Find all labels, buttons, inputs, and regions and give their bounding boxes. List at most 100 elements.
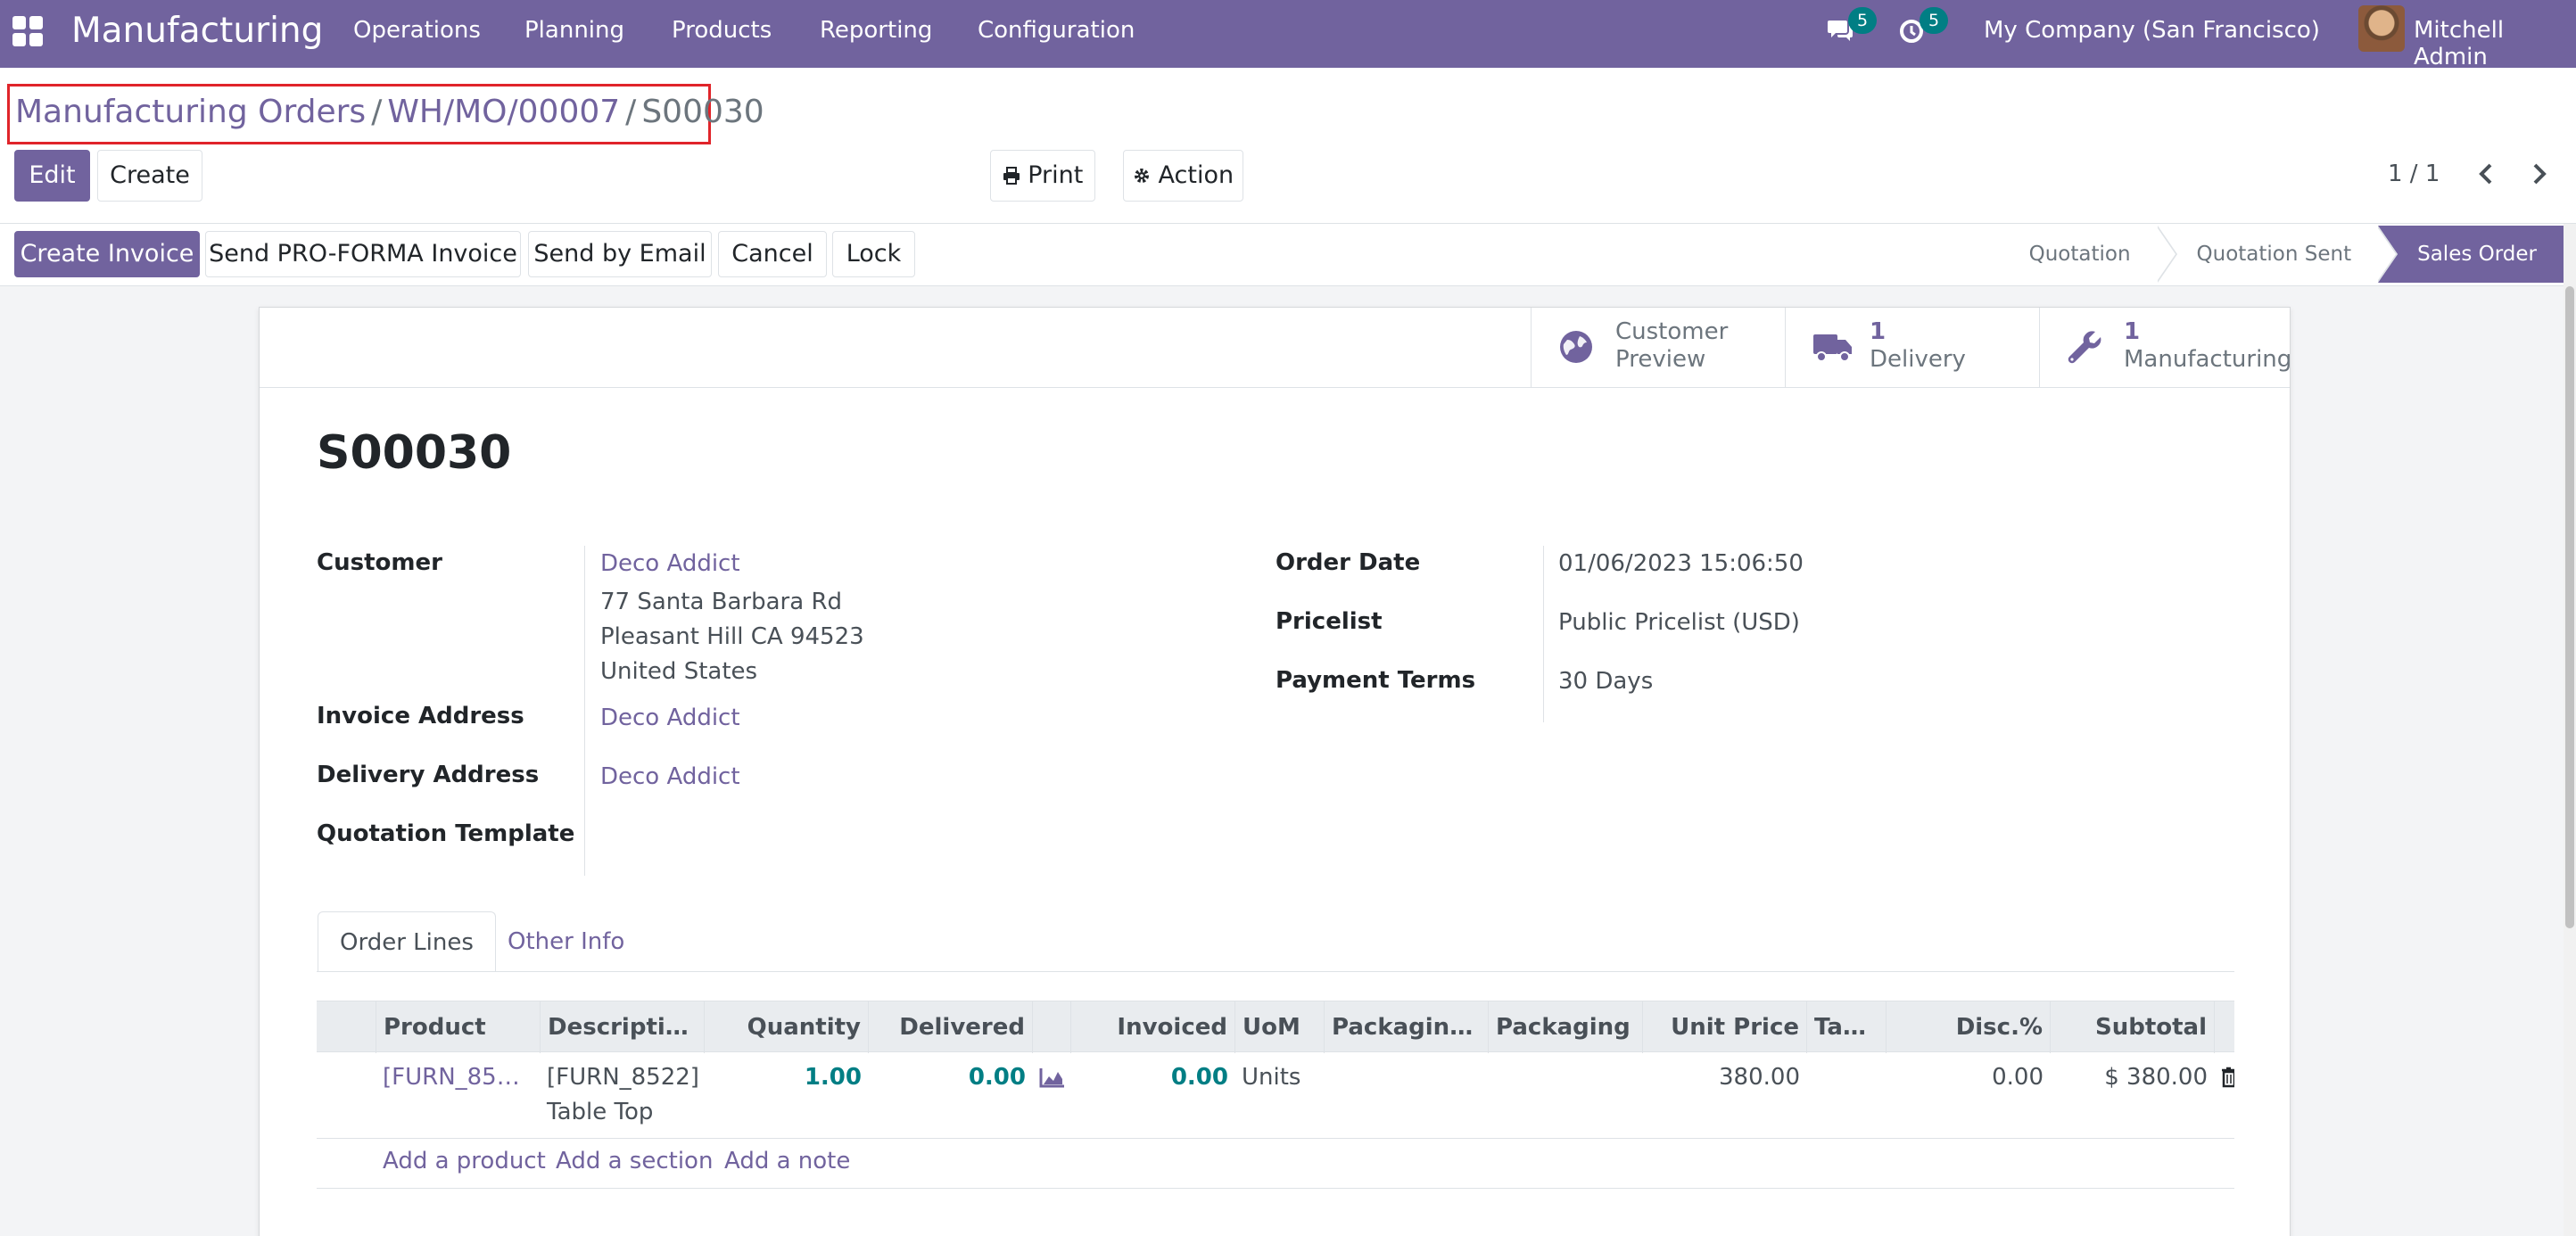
- stage-sales-order[interactable]: Sales Order: [2378, 226, 2564, 283]
- col-packaging[interactable]: Packaging: [1489, 1001, 1643, 1053]
- control-panel: Manufacturing Orders / WH/MO/00007/S00030 …: [0, 68, 2576, 224]
- print-label: Print: [1028, 161, 1084, 189]
- add-note-link[interactable]: Add a note: [724, 1148, 850, 1174]
- send-by-email-button[interactable]: Send by Email: [528, 231, 712, 277]
- add-section-link[interactable]: Add a section: [556, 1148, 713, 1174]
- manufacturing-smart-button[interactable]: 1 Manufacturing: [2039, 308, 2291, 388]
- stage-quotation-sent[interactable]: Quotation Sent: [2158, 226, 2398, 283]
- col-taxes[interactable]: Tax…: [1807, 1001, 1887, 1053]
- delivery-address-label: Delivery Address: [317, 762, 540, 788]
- row-unit-price: 380.00: [1719, 1064, 1800, 1091]
- statusbar: Create Invoice Send PRO-FORMA Invoice Se…: [0, 224, 2576, 286]
- breadcrumb-current: S00030: [641, 94, 764, 130]
- tab-divider: [317, 971, 2234, 972]
- breadcrumb-manufacturing-orders[interactable]: Manufacturing Orders: [15, 94, 366, 130]
- order-lines-header: Product Descriptio… Quantity Delivered I…: [317, 1001, 2234, 1053]
- pricelist-label: Pricelist: [1276, 608, 1383, 635]
- user-menu[interactable]: Mitchell Admin: [2414, 17, 2576, 70]
- print-button[interactable]: Print: [990, 150, 1095, 202]
- chevron-right-icon[interactable]: [2524, 160, 2553, 188]
- menu-operations[interactable]: Operations: [353, 17, 481, 44]
- col-handle: [317, 1001, 376, 1053]
- messages-badge: 5: [1848, 7, 1877, 34]
- col-unit-price[interactable]: Unit Price: [1643, 1001, 1807, 1053]
- send-proforma-button[interactable]: Send PRO-FORMA Invoice: [205, 231, 521, 277]
- page-scrollbar[interactable]: [2564, 224, 2576, 1236]
- pricelist-field: Public Pricelist (USD): [1558, 609, 1800, 636]
- row-quantity: 1.00: [804, 1064, 862, 1091]
- lock-button[interactable]: Lock: [832, 231, 915, 277]
- row-description-line1: [FURN_8522]: [547, 1064, 699, 1091]
- right-field-divider: [1543, 546, 1544, 722]
- col-uom[interactable]: UoM: [1235, 1001, 1325, 1053]
- apps-menu-icon[interactable]: [12, 16, 45, 48]
- cancel-button[interactable]: Cancel: [718, 231, 827, 277]
- trash-icon[interactable]: [2221, 1067, 2234, 1088]
- create-invoice-button[interactable]: Create Invoice: [14, 231, 200, 277]
- preview-line1: Customer: [1615, 318, 1729, 345]
- delivery-address-field[interactable]: Deco Addict: [600, 763, 740, 790]
- col-description[interactable]: Descriptio…: [541, 1001, 705, 1053]
- area-chart-icon[interactable]: [1039, 1067, 1066, 1088]
- messages-button[interactable]: 5: [1827, 7, 1877, 55]
- activities-badge: 5: [1920, 7, 1948, 34]
- activities-button[interactable]: 5: [1898, 7, 1948, 55]
- tab-other-info[interactable]: Other Info: [486, 911, 646, 972]
- delivery-label: Delivery: [1870, 346, 1966, 373]
- wrench-icon: [2068, 331, 2101, 364]
- edit-button[interactable]: Edit: [14, 150, 90, 202]
- row-product[interactable]: [FURN_852…: [383, 1060, 534, 1094]
- left-field-divider: [584, 546, 585, 876]
- print-icon: [1003, 167, 1020, 185]
- action-label: Action: [1158, 161, 1234, 189]
- col-quantity[interactable]: Quantity: [705, 1001, 869, 1053]
- create-button[interactable]: Create: [97, 150, 202, 202]
- delivery-count: 1: [1870, 318, 1887, 345]
- col-discount[interactable]: Disc.%: [1887, 1001, 2051, 1053]
- menu-configuration[interactable]: Configuration: [978, 17, 1135, 44]
- action-button[interactable]: Action: [1123, 150, 1243, 202]
- col-product[interactable]: Product: [376, 1001, 541, 1053]
- order-date-label: Order Date: [1276, 549, 1421, 576]
- add-product-link[interactable]: Add a product: [383, 1148, 546, 1174]
- manufacturing-count: 1: [2124, 318, 2141, 345]
- order-title: S00030: [317, 426, 512, 480]
- row-discount: 0.00: [1992, 1064, 2043, 1091]
- breadcrumb-separator: /: [625, 94, 637, 130]
- col-packaging-qty[interactable]: Packaging …: [1325, 1001, 1489, 1053]
- add-line-row: Add a product Add a section Add a note: [317, 1139, 2234, 1189]
- smart-buttons: Customer Preview 1 Delivery 1 Manufacturing: [260, 308, 2291, 388]
- stage-quotation[interactable]: Quotation: [1990, 226, 2177, 283]
- delivery-smart-button[interactable]: 1 Delivery: [1785, 308, 2039, 388]
- top-navbar: Manufacturing Operations Planning Produc…: [0, 0, 2576, 70]
- customer-address-line3: United States: [600, 658, 758, 685]
- row-delivered: 0.00: [968, 1064, 1026, 1091]
- menu-reporting[interactable]: Reporting: [820, 17, 932, 44]
- order-date-field: 01/06/2023 15:06:50: [1558, 550, 1804, 577]
- manufacturing-label: Manufacturing: [2124, 346, 2292, 373]
- col-delivered[interactable]: Delivered: [869, 1001, 1033, 1053]
- row-subtotal: $ 380.00: [2104, 1064, 2208, 1091]
- quotation-template-label: Quotation Template: [317, 820, 575, 847]
- user-avatar[interactable]: [2358, 5, 2405, 52]
- chevron-left-icon[interactable]: [2473, 160, 2501, 188]
- gear-icon: [1134, 169, 1149, 183]
- tab-order-lines[interactable]: Order Lines: [318, 911, 496, 972]
- payment-terms-label: Payment Terms: [1276, 667, 1476, 694]
- col-subtotal[interactable]: Subtotal: [2051, 1001, 2215, 1053]
- table-row[interactable]: [FURN_852… [FURN_8522] Table Top 1.00 0.…: [317, 1052, 2234, 1139]
- payment-terms-field: 30 Days: [1558, 668, 1654, 695]
- menu-products[interactable]: Products: [672, 17, 772, 44]
- menu-planning[interactable]: Planning: [524, 17, 624, 44]
- invoice-address-field[interactable]: Deco Addict: [600, 705, 740, 731]
- customer-field[interactable]: Deco Addict: [600, 550, 740, 577]
- col-invoiced[interactable]: Invoiced: [1071, 1001, 1235, 1053]
- breadcrumb-mo[interactable]: WH/MO/00007: [387, 94, 620, 130]
- company-switcher[interactable]: My Company (San Francisco): [1984, 17, 2320, 44]
- app-name[interactable]: Manufacturing: [71, 11, 323, 51]
- scrollbar-thumb[interactable]: [2565, 286, 2574, 928]
- customer-address-line1: 77 Santa Barbara Rd: [600, 589, 843, 615]
- customer-preview-button[interactable]: Customer Preview: [1531, 308, 1785, 388]
- preview-line2: Preview: [1615, 346, 1706, 373]
- pager-value[interactable]: 1 / 1: [2388, 161, 2440, 187]
